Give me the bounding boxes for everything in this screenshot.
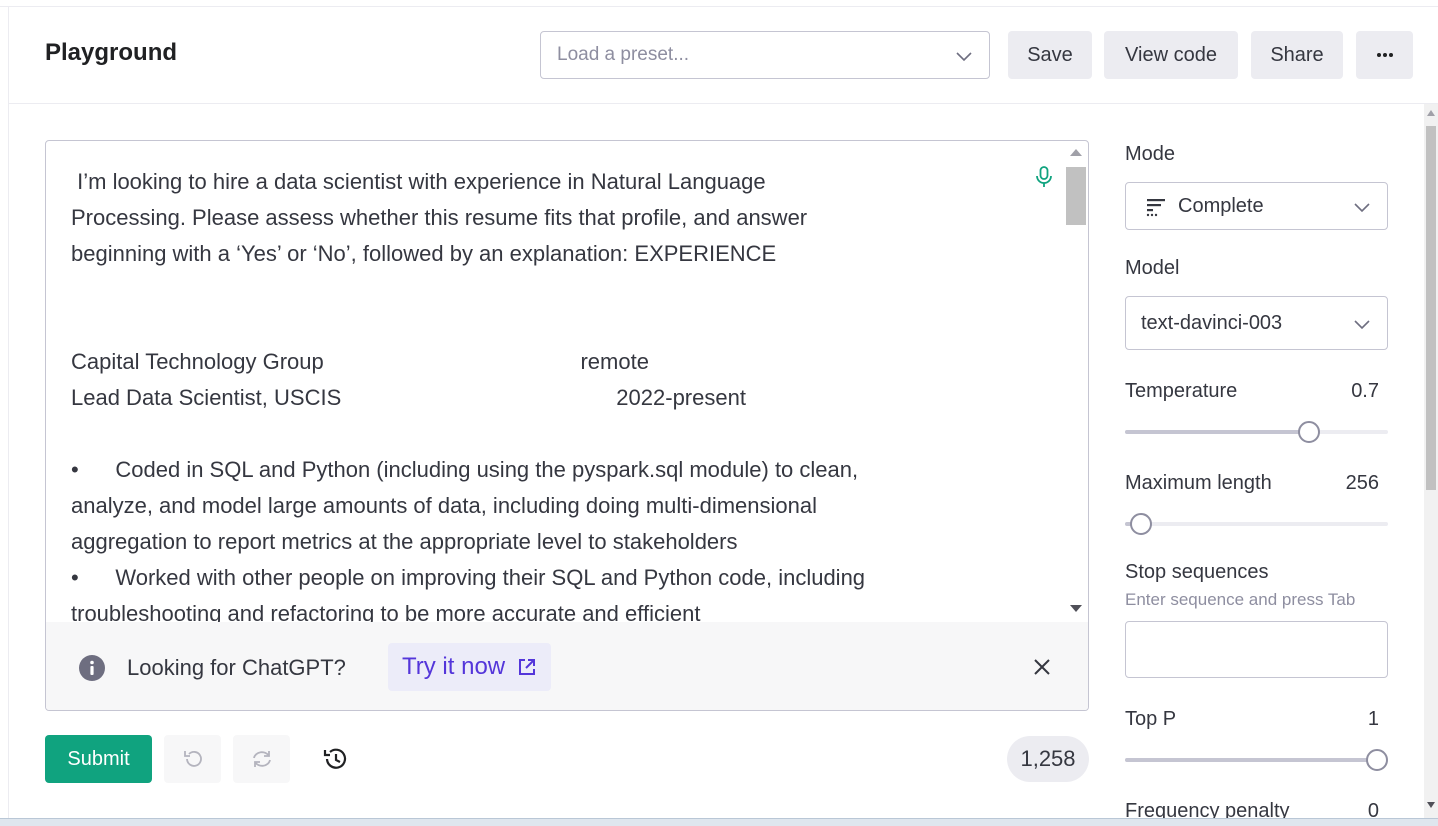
chevron-down-icon bbox=[1354, 203, 1370, 213]
try-it-now-link[interactable]: Try it now bbox=[388, 643, 552, 691]
window-top-edge bbox=[0, 0, 1438, 7]
max-length-slider[interactable] bbox=[1125, 513, 1388, 535]
prompt-editor[interactable]: I’m looking to hire a data scientist wit… bbox=[45, 140, 1089, 711]
max-length-value[interactable]: 256 bbox=[1319, 472, 1379, 495]
model-value: text-davinci-003 bbox=[1141, 312, 1283, 334]
model-label: Model bbox=[1125, 257, 1180, 279]
page-scroll-up-arrow-icon[interactable] bbox=[1427, 110, 1435, 116]
try-it-now-label: Try it now bbox=[402, 653, 506, 680]
temperature-slider[interactable] bbox=[1125, 421, 1388, 443]
microphone-icon[interactable] bbox=[1034, 165, 1054, 189]
view-code-button[interactable]: View code bbox=[1104, 31, 1238, 79]
header: Playground Load a preset... Save View co… bbox=[9, 8, 1438, 104]
page-scrollbar[interactable] bbox=[1424, 104, 1438, 822]
undo-button[interactable] bbox=[164, 735, 221, 783]
editor-scrollbar[interactable] bbox=[1064, 141, 1088, 621]
top-p-slider-fill bbox=[1125, 758, 1377, 762]
close-icon[interactable] bbox=[1033, 658, 1051, 676]
stop-sequences-label: Stop sequences bbox=[1125, 561, 1269, 583]
top-p-value[interactable]: 1 bbox=[1319, 708, 1379, 731]
page-scroll-down-arrow-icon[interactable] bbox=[1427, 802, 1435, 808]
scroll-thumb[interactable] bbox=[1066, 167, 1086, 225]
external-link-icon bbox=[519, 659, 536, 675]
save-button[interactable]: Save bbox=[1008, 31, 1092, 79]
preset-select[interactable]: Load a preset... bbox=[540, 31, 990, 79]
share-button[interactable]: Share bbox=[1251, 31, 1343, 79]
prompt-textarea[interactable]: I’m looking to hire a data scientist wit… bbox=[71, 164, 1031, 622]
banner-text: Looking for ChatGPT? bbox=[127, 655, 346, 680]
top-p-label: Top P bbox=[1125, 708, 1177, 730]
top-p-slider[interactable] bbox=[1125, 749, 1388, 771]
page-scroll-thumb[interactable] bbox=[1426, 126, 1436, 490]
regenerate-icon bbox=[252, 751, 271, 767]
model-select[interactable]: text-davinci-003 bbox=[1125, 296, 1388, 350]
scroll-down-arrow-icon[interactable] bbox=[1070, 605, 1082, 612]
more-options-button[interactable] bbox=[1356, 31, 1413, 79]
submit-button[interactable]: Submit bbox=[45, 735, 152, 783]
top-p-slider-thumb[interactable] bbox=[1366, 749, 1388, 771]
window-bottom-edge bbox=[0, 818, 1438, 826]
chatgpt-banner: Looking for ChatGPT? Try it now bbox=[46, 622, 1088, 710]
info-icon bbox=[79, 655, 105, 681]
regenerate-button[interactable] bbox=[233, 735, 290, 783]
max-length-slider-thumb[interactable] bbox=[1129, 513, 1152, 535]
page-title: Playground bbox=[45, 39, 178, 66]
chevron-down-icon bbox=[1354, 320, 1370, 330]
scroll-up-arrow-icon[interactable] bbox=[1070, 149, 1082, 156]
chevron-down-icon bbox=[956, 52, 972, 62]
max-length-label: Maximum length bbox=[1125, 472, 1272, 494]
stop-sequences-hint: Enter sequence and press Tab bbox=[1125, 590, 1356, 609]
mode-value: Complete bbox=[1178, 195, 1264, 217]
undo-icon bbox=[183, 751, 202, 767]
preset-placeholder: Load a preset... bbox=[557, 44, 690, 65]
mode-label: Mode bbox=[1125, 143, 1176, 165]
temperature-slider-fill bbox=[1125, 430, 1310, 434]
stop-sequences-input[interactable] bbox=[1125, 621, 1388, 678]
history-button[interactable] bbox=[306, 735, 363, 783]
token-count: 1,258 bbox=[1007, 736, 1089, 782]
temperature-value[interactable]: 0.7 bbox=[1319, 380, 1379, 403]
more-dots-icon bbox=[1376, 53, 1393, 57]
mode-select[interactable]: Complete bbox=[1125, 182, 1388, 230]
mode-complete-icon bbox=[1146, 199, 1165, 217]
history-icon bbox=[323, 748, 346, 769]
temperature-slider-thumb[interactable] bbox=[1298, 421, 1321, 443]
temperature-label: Temperature bbox=[1125, 380, 1238, 402]
window-left-edge bbox=[8, 7, 9, 826]
